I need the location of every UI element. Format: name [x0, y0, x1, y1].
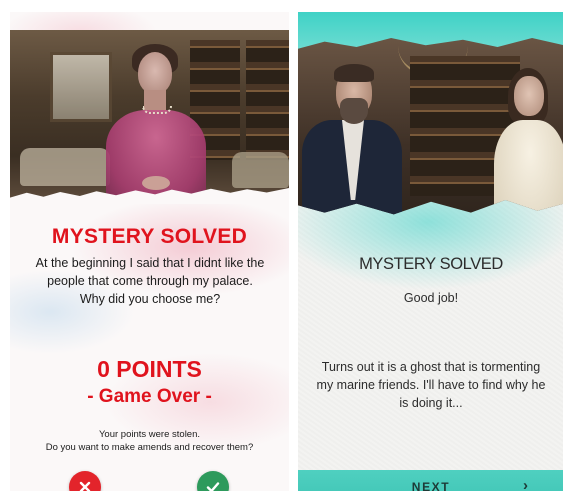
game-over-label: - Game Over -: [87, 386, 212, 407]
next-label: NEXT: [411, 479, 451, 491]
decline-button[interactable]: [69, 471, 101, 491]
library-couple-scene-image: [298, 38, 563, 215]
checkmark-icon: [206, 482, 220, 491]
ghost-message: At the beginning I said that I didnt lik…: [35, 256, 265, 306]
points-score: 0 POINTS: [97, 356, 202, 382]
mystery-solved-title-right: MYSTERY SOLVED: [359, 255, 503, 273]
story-text: Turns out it is a ghost that is tormenti…: [316, 360, 546, 410]
right-screen: MYSTERY SOLVED Good job! Turns out it is…: [298, 12, 563, 491]
good-job-label: Good job!: [403, 291, 459, 305]
ghost-lady-scene-image: [10, 30, 289, 198]
note-line-2: Do you want to make amends and recover t…: [45, 442, 254, 453]
next-button[interactable]: NEXT ›: [298, 470, 563, 491]
bearded-man-figure: [302, 58, 402, 215]
accept-button[interactable]: [197, 471, 229, 491]
chevron-right-icon: ›: [523, 477, 528, 491]
ghost-lady-figure: [102, 38, 212, 198]
woman-figure: [494, 64, 563, 215]
close-icon: [79, 481, 91, 491]
note-line-1: Your points were stolen.: [98, 429, 201, 440]
mystery-solved-title: MYSTERY SOLVED: [51, 225, 248, 248]
left-screen: MYSTERY SOLVED At the beginning I said t…: [10, 12, 289, 491]
recover-points-note: Your points were stolen. Do you want to …: [10, 428, 289, 454]
